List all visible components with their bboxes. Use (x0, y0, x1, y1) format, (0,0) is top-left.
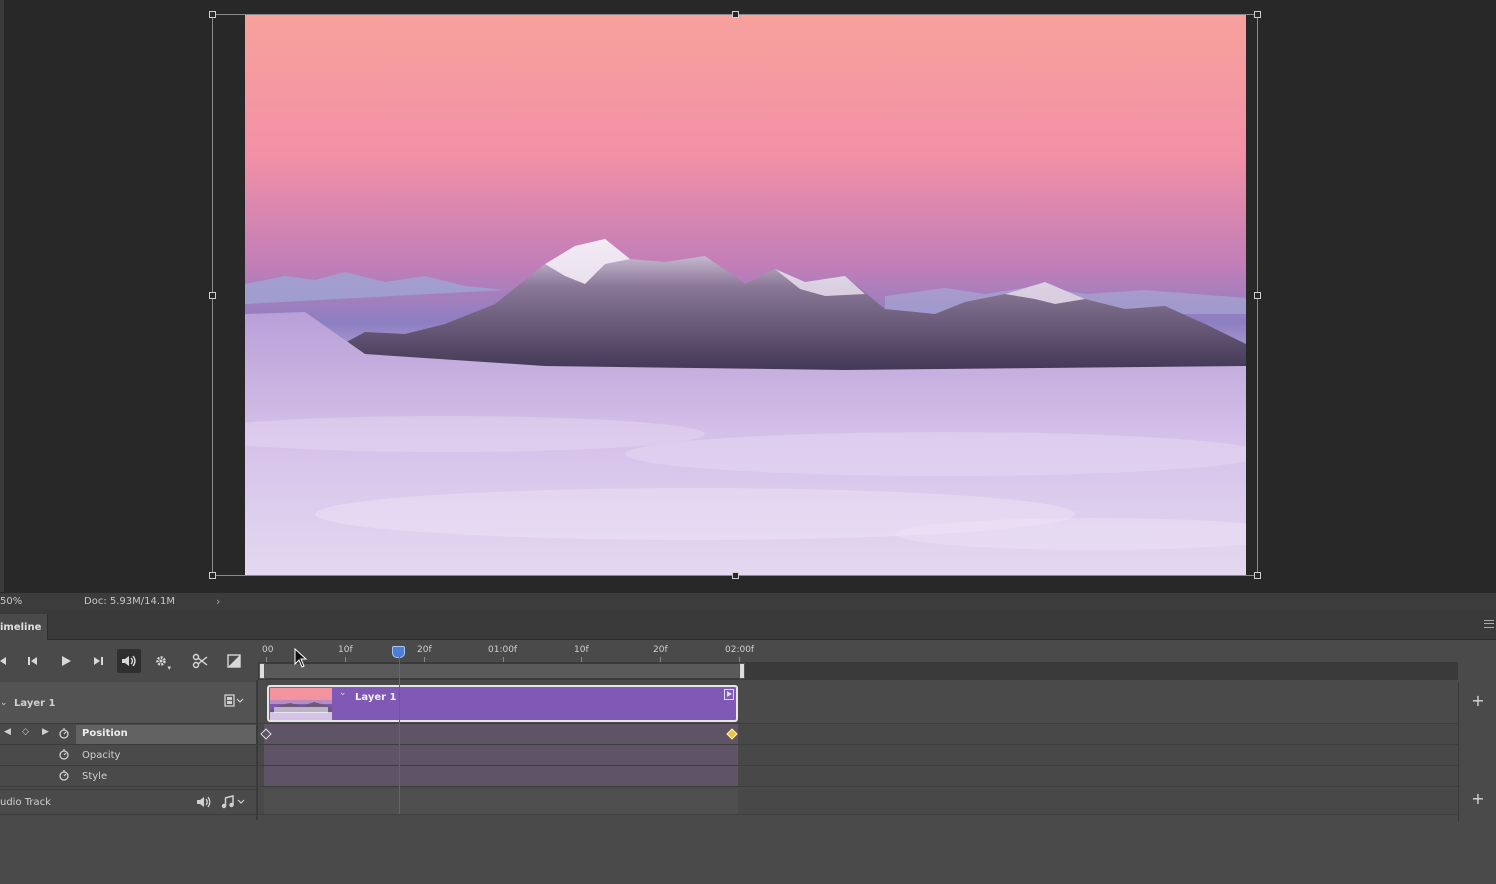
canvas-left-edge (0, 0, 4, 592)
panel-tab-bar: imeline (0, 610, 1496, 640)
layer-clip[interactable]: ⌄ Layer 1 (267, 685, 738, 722)
audio-icon[interactable] (117, 649, 141, 673)
ruler-label: 10f (574, 645, 589, 655)
style-track[interactable] (258, 766, 1458, 787)
property-row-style[interactable]: Style (0, 766, 256, 787)
settings-icon[interactable]: ▾ (149, 649, 173, 673)
work-area-range[interactable] (261, 664, 743, 678)
ruler-label: 10f (338, 645, 353, 655)
layer-name: Layer 1 (14, 698, 56, 709)
time-ruler[interactable]: 00 10f 20f 01:00f 10f 20f 02:00f (258, 640, 1458, 662)
audio-track-label: udio Track (0, 797, 51, 808)
work-area-start-handle[interactable] (259, 663, 265, 679)
track-add-strip: + + (1458, 682, 1496, 822)
go-to-first-frame-icon[interactable] (0, 649, 16, 673)
prev-keyframe-icon[interactable]: ◀ (4, 727, 11, 737)
next-keyframe-icon[interactable]: ▶ (42, 727, 49, 737)
stopwatch-icon[interactable] (58, 726, 70, 743)
tab-timeline[interactable]: imeline (0, 614, 48, 640)
property-label: Opacity (82, 750, 121, 761)
collapse-arrow-icon[interactable]: ⌄ (0, 698, 8, 708)
stopwatch-icon[interactable] (58, 768, 70, 785)
property-row-opacity[interactable]: Opacity (0, 745, 256, 766)
work-area-end-handle[interactable] (739, 663, 745, 679)
opacity-track-fill (264, 745, 738, 765)
zoom-level[interactable]: 50% (0, 596, 22, 607)
audio-track[interactable] (258, 789, 1458, 815)
ruler-label: 01:00f (488, 645, 518, 655)
clip-thumbnail (270, 688, 332, 720)
layer-row-header[interactable]: ⌄ Layer 1 (0, 682, 256, 724)
add-audio-button[interactable]: + (1468, 789, 1488, 808)
transform-handle-top-left[interactable] (209, 11, 216, 18)
ruler-label: 00 (262, 645, 274, 655)
timeline-panel: imeline ▾ 00 10f 20f 01:00f 10f 20f 02:0… (0, 610, 1496, 884)
position-track[interactable] (258, 724, 1458, 745)
ruler-label: 02:00f (725, 645, 755, 655)
timeline-controls: ▾ (0, 640, 256, 680)
play-icon[interactable] (54, 649, 78, 673)
layer-track[interactable]: ⌄ Layer 1 (258, 682, 1458, 724)
step-back-icon[interactable] (21, 649, 45, 673)
clip-end-arrow-icon[interactable] (724, 689, 734, 700)
settings-dropdown-icon: ▾ (167, 664, 171, 672)
mute-audio-icon[interactable] (196, 795, 212, 812)
clip-dropdown-icon[interactable]: ⌄ (339, 688, 347, 698)
status-menu-arrow-icon[interactable]: › (216, 595, 220, 608)
panel-menu-icon[interactable] (1484, 620, 1494, 628)
step-forward-icon[interactable] (86, 649, 110, 673)
playhead-line (399, 656, 400, 814)
property-row-position[interactable]: ◀ ◇ ▶ Position (0, 724, 256, 745)
audio-track-fill (264, 789, 738, 814)
stopwatch-icon[interactable] (58, 747, 70, 764)
film-strip-icon[interactable] (224, 694, 246, 711)
document-size-info: Doc: 5.93M/14.1M (84, 596, 176, 607)
add-media-button[interactable]: + (1468, 691, 1488, 710)
ruler-label: 20f (653, 645, 668, 655)
document-canvas[interactable] (0, 0, 1496, 592)
work-area-bar (258, 662, 1458, 680)
music-note-icon[interactable] (221, 795, 247, 812)
mouse-cursor-icon (294, 647, 308, 672)
transform-handle-bottom-left[interactable] (209, 572, 216, 579)
position-track-fill (264, 724, 738, 744)
split-at-playhead-icon[interactable] (189, 649, 213, 673)
clip-label: Layer 1 (355, 692, 397, 703)
add-keyframe-icon[interactable]: ◇ (22, 727, 29, 737)
status-bar: 50% Doc: 5.93M/14.1M › (0, 592, 1496, 610)
property-label: Position (82, 728, 128, 739)
transform-handle-top-right[interactable] (1254, 11, 1261, 18)
transform-handle-bottom-right[interactable] (1254, 572, 1261, 579)
transform-handle-middle-left[interactable] (209, 292, 216, 299)
audio-track-header[interactable]: udio Track (0, 789, 256, 815)
ruler-label: 20f (417, 645, 432, 655)
property-label: Style (82, 771, 108, 782)
mountain-photo-layer[interactable] (245, 14, 1246, 575)
track-area[interactable]: ⌄ Layer 1 (258, 682, 1458, 816)
transform-handle-middle-right[interactable] (1254, 292, 1261, 299)
style-track-fill (264, 766, 738, 786)
opacity-track[interactable] (258, 745, 1458, 766)
transition-icon[interactable] (222, 649, 246, 673)
